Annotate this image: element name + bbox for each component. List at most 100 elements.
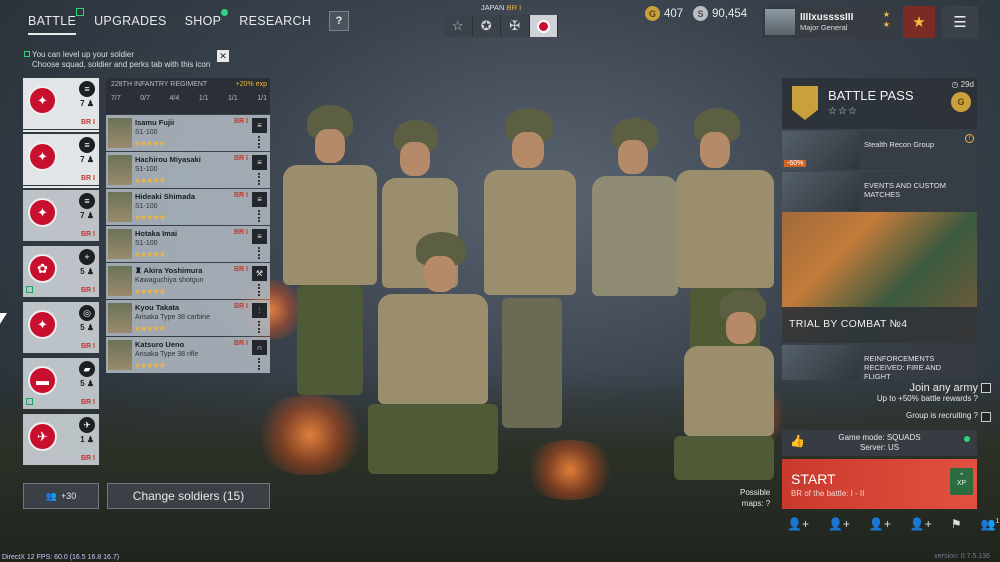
- squad-emblem-icon: ▬: [28, 366, 57, 395]
- invite-player-icon[interactable]: 👤+: [910, 517, 932, 531]
- soldier-br: BR I: [234, 118, 248, 125]
- reserve-count: +30: [60, 491, 77, 501]
- gold-balance[interactable]: G 407: [645, 6, 683, 21]
- help-button[interactable]: ?: [329, 11, 350, 31]
- battle-br-range: BR of the battle: I - II: [791, 489, 865, 498]
- event-label: REINFORCEMENTS RECEIVED: FIRE AND FLIGHT: [864, 354, 942, 381]
- tab-research[interactable]: RESEARCH: [239, 14, 311, 28]
- squad-card[interactable]: ✿ + 5 ♟ BR I: [23, 246, 99, 297]
- tank-icon: ▰: [79, 361, 95, 377]
- soldier-br: BR I: [234, 303, 248, 310]
- soldier-portrait: [108, 229, 132, 259]
- event-stealth-recon[interactable]: -60% Stealth Recon Group !: [782, 131, 977, 170]
- event-thumbnail: [782, 172, 860, 211]
- army-ussr-button[interactable]: ✪: [472, 15, 501, 37]
- join-any-army-option[interactable]: Join any army Up to +50% battle rewards …: [877, 382, 991, 403]
- squad-size: 5 ♟: [80, 267, 94, 276]
- squad-br: BR I: [81, 343, 95, 350]
- soldier-row[interactable]: Hotaka Imai S1-100 ★★★★★ BR I ≡: [106, 226, 270, 262]
- squad-size: 7 ♟: [80, 155, 94, 164]
- squad-type-icon: ◎: [79, 305, 95, 321]
- xp-boost-icon[interactable]: ⌃ XP: [950, 468, 973, 495]
- start-button[interactable]: START BR of the battle: I - II ⌃ XP: [782, 459, 977, 509]
- silver-balance[interactable]: S 90,454: [693, 6, 747, 21]
- event-label: Stealth Recon Group: [864, 140, 935, 149]
- squad-card[interactable]: ✦ ◎ 5 ♟ BR I: [23, 302, 99, 353]
- army-usa-button[interactable]: ☆: [444, 15, 473, 37]
- squad-size: 5 ♟: [80, 379, 94, 388]
- tab-battle[interactable]: BATTLE: [28, 8, 85, 35]
- player-profile[interactable]: IIIIxussssIII Major General ★ ★: [762, 6, 896, 38]
- soldier-row[interactable]: Katsuro Ueno Arisaka Type 38 rifle ★★★★★…: [106, 337, 270, 373]
- soldier-weapon: Kawaguchiya shotgun: [135, 277, 204, 284]
- menu-button[interactable]: ☰: [942, 6, 978, 38]
- squad-card[interactable]: ✈ ✈ 1 ♟ BR I: [23, 414, 99, 465]
- possible-maps[interactable]: Possible maps: ?: [740, 487, 770, 509]
- pips-icon: [258, 358, 262, 370]
- event-custom-matches[interactable]: EVENTS AND CUSTOM MATCHES: [782, 172, 977, 211]
- pips-icon: [258, 284, 262, 296]
- battle-pass-days: ◷ 29d: [951, 80, 974, 89]
- headset-icon: ∩: [252, 340, 267, 355]
- squad-card[interactable]: ✦ ≡ 7 ♟ BR I: [23, 134, 99, 188]
- squad-card[interactable]: ✦ ≡ 7 ♟ BR I: [23, 190, 99, 241]
- stat-riflemen: 0/7: [140, 95, 150, 102]
- close-icon[interactable]: ✕: [217, 50, 229, 62]
- reserve-soldiers-button[interactable]: 👥 +30: [23, 483, 99, 509]
- soldier-row[interactable]: Hideaki Shimada S1-100 ★★★★★ BR I ≡: [106, 189, 270, 225]
- notification-square-icon: [26, 286, 33, 293]
- soldier-row[interactable]: Hachirou Miyasaki S1-100 ★★★★★ BR I ≡: [106, 152, 270, 188]
- join-any-checkbox[interactable]: [981, 383, 991, 393]
- mg-icon: ⫶: [252, 303, 267, 318]
- tab-shop[interactable]: SHOP: [184, 9, 229, 28]
- stat-soldiers: 7/7: [111, 95, 121, 102]
- soldier-stars-icon: ★★★★★: [134, 176, 166, 185]
- squad-br: BR I: [81, 455, 95, 462]
- army-selector: JAPAN BR I ☆ ✪ ✠: [444, 3, 558, 37]
- soldier-row[interactable]: Kyou Takata Arisaka Type 38 carbine ★★★★…: [106, 300, 270, 336]
- squad-br: BR I: [81, 399, 95, 406]
- join-any-label: Join any army: [909, 382, 978, 394]
- squad-br: BR I: [81, 287, 95, 294]
- soldier-stars-icon: ★★★★★: [134, 287, 166, 296]
- tab-upgrades[interactable]: UPGRADES: [94, 14, 167, 28]
- squad-emblem-icon: ✿: [28, 254, 57, 283]
- squad-type-icon: ≡: [79, 81, 95, 97]
- gold-coin-icon: G: [645, 6, 660, 21]
- squad-card[interactable]: ▬ ▰ 5 ♟ BR I: [23, 358, 99, 409]
- flag-icon[interactable]: ⚑: [951, 517, 962, 531]
- invite-player-icon[interactable]: 👤+: [828, 517, 850, 531]
- battle-pass-panel[interactable]: BATTLE PASS ☆☆☆ ◷ 29d G: [782, 78, 977, 129]
- soldier-row[interactable]: ♜ Akira Yoshimura Kawaguchiya shotgun ★★…: [106, 263, 270, 299]
- battle-pass-logo-icon: [792, 86, 818, 120]
- squad-card[interactable]: ✦ ≡ 7 ♟ BR I: [23, 78, 99, 132]
- soldier-portrait: [108, 118, 132, 148]
- army-germany-button[interactable]: ✠: [501, 15, 530, 37]
- squad-list: ✦ ≡ 7 ♟ BR I ✦ ≡ 7 ♟ BR I ✦ ≡ 7 ♟ BR I ✿…: [23, 78, 99, 470]
- group-recruiting-option[interactable]: Group is recruiting ?: [906, 411, 991, 422]
- rank-badge-icon[interactable]: ★: [903, 6, 935, 38]
- change-soldiers-button[interactable]: Change soldiers (15): [107, 483, 270, 509]
- invite-player-icon[interactable]: 👤+: [869, 517, 891, 531]
- tab-shop-label: SHOP: [184, 14, 222, 28]
- squad-br: BR I: [81, 175, 95, 182]
- game-mode-panel[interactable]: 👍 Game mode: SQUADS Server: US: [782, 430, 977, 456]
- squad-emblem-icon: ✦: [28, 86, 57, 115]
- army-japan-button[interactable]: [529, 15, 558, 37]
- stat-radio: 1/1: [257, 95, 267, 102]
- start-label: START: [791, 471, 836, 487]
- invite-player-icon[interactable]: 👤+: [787, 517, 809, 531]
- player-rank: Major General: [800, 23, 848, 32]
- silver-coin-icon: S: [693, 6, 708, 21]
- friends-icon[interactable]: 👥1: [981, 517, 1000, 531]
- event-reinforcements[interactable]: REINFORCEMENTS RECEIVED: FIRE AND FLIGHT: [782, 345, 977, 381]
- trial-by-combat-banner[interactable]: TRIAL BY COMBAT №4: [782, 212, 977, 343]
- soldier-figure: [590, 118, 680, 438]
- maps-line-1: Possible: [740, 488, 771, 497]
- squad-emblem-icon: ✈: [28, 422, 57, 451]
- soldier-br: BR I: [234, 266, 248, 273]
- squad-size: 7 ♟: [80, 99, 94, 108]
- mouse-cursor-icon: [0, 313, 7, 324]
- soldier-row[interactable]: Isamu Fujii S1-100 ★★★★★ BR I ≡: [106, 115, 270, 151]
- recruiting-checkbox[interactable]: [981, 412, 991, 422]
